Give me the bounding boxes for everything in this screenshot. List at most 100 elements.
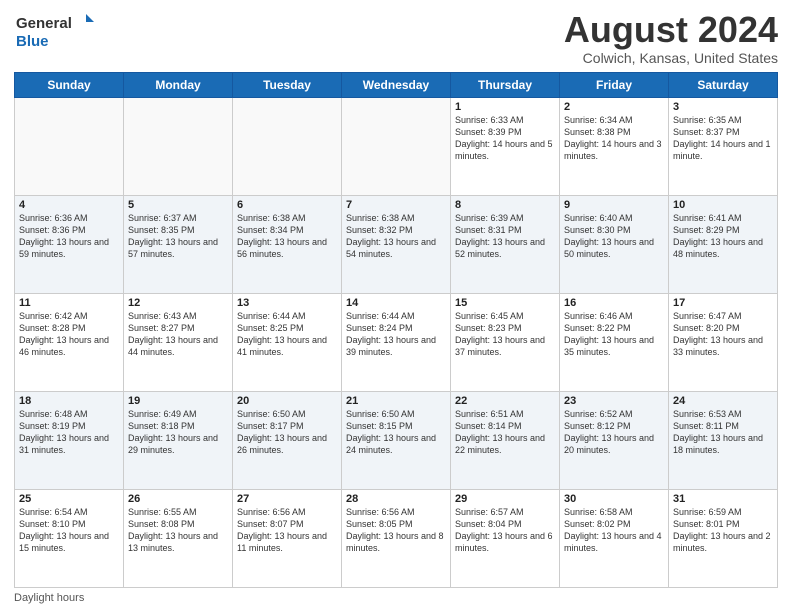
day-info: Sunrise: 6:49 AMSunset: 8:18 PMDaylight:… (128, 408, 228, 457)
calendar-cell: 7 Sunrise: 6:38 AMSunset: 8:32 PMDayligh… (342, 195, 451, 293)
day-info: Sunrise: 6:45 AMSunset: 8:23 PMDaylight:… (455, 310, 555, 359)
day-info: Sunrise: 6:40 AMSunset: 8:30 PMDaylight:… (564, 212, 664, 261)
day-info: Sunrise: 6:57 AMSunset: 8:04 PMDaylight:… (455, 506, 555, 555)
day-info: Sunrise: 6:56 AMSunset: 8:07 PMDaylight:… (237, 506, 337, 555)
calendar-cell: 14 Sunrise: 6:44 AMSunset: 8:24 PMDaylig… (342, 293, 451, 391)
day-number: 10 (673, 199, 773, 211)
month-title: August 2024 (564, 10, 778, 50)
day-number: 27 (237, 493, 337, 505)
calendar-week-2: 11 Sunrise: 6:42 AMSunset: 8:28 PMDaylig… (15, 293, 778, 391)
day-info: Sunrise: 6:39 AMSunset: 8:31 PMDaylight:… (455, 212, 555, 261)
calendar-cell: 6 Sunrise: 6:38 AMSunset: 8:34 PMDayligh… (233, 195, 342, 293)
logo-svg: General Blue (14, 10, 94, 52)
day-info: Sunrise: 6:35 AMSunset: 8:37 PMDaylight:… (673, 114, 773, 163)
calendar-cell: 30 Sunrise: 6:58 AMSunset: 8:02 PMDaylig… (560, 489, 669, 587)
calendar-cell: 25 Sunrise: 6:54 AMSunset: 8:10 PMDaylig… (15, 489, 124, 587)
col-thursday: Thursday (451, 72, 560, 97)
calendar-cell: 2 Sunrise: 6:34 AMSunset: 8:38 PMDayligh… (560, 97, 669, 195)
day-number: 19 (128, 395, 228, 407)
day-number: 18 (19, 395, 119, 407)
day-info: Sunrise: 6:48 AMSunset: 8:19 PMDaylight:… (19, 408, 119, 457)
calendar-cell (233, 97, 342, 195)
page: General Blue August 2024 Colwich, Kansas… (0, 0, 792, 612)
day-number: 9 (564, 199, 664, 211)
calendar-cell: 24 Sunrise: 6:53 AMSunset: 8:11 PMDaylig… (669, 391, 778, 489)
svg-text:Blue: Blue (16, 33, 49, 50)
col-tuesday: Tuesday (233, 72, 342, 97)
calendar: Sunday Monday Tuesday Wednesday Thursday… (14, 72, 778, 588)
day-info: Sunrise: 6:44 AMSunset: 8:25 PMDaylight:… (237, 310, 337, 359)
calendar-cell: 15 Sunrise: 6:45 AMSunset: 8:23 PMDaylig… (451, 293, 560, 391)
calendar-cell: 28 Sunrise: 6:56 AMSunset: 8:05 PMDaylig… (342, 489, 451, 587)
footer-note: Daylight hours (14, 592, 778, 604)
day-info: Sunrise: 6:50 AMSunset: 8:17 PMDaylight:… (237, 408, 337, 457)
day-info: Sunrise: 6:46 AMSunset: 8:22 PMDaylight:… (564, 310, 664, 359)
calendar-cell (342, 97, 451, 195)
calendar-cell: 5 Sunrise: 6:37 AMSunset: 8:35 PMDayligh… (124, 195, 233, 293)
calendar-cell: 3 Sunrise: 6:35 AMSunset: 8:37 PMDayligh… (669, 97, 778, 195)
header-row: Sunday Monday Tuesday Wednesday Thursday… (15, 72, 778, 97)
calendar-cell: 21 Sunrise: 6:50 AMSunset: 8:15 PMDaylig… (342, 391, 451, 489)
day-info: Sunrise: 6:53 AMSunset: 8:11 PMDaylight:… (673, 408, 773, 457)
day-number: 26 (128, 493, 228, 505)
day-number: 21 (346, 395, 446, 407)
col-wednesday: Wednesday (342, 72, 451, 97)
calendar-cell: 17 Sunrise: 6:47 AMSunset: 8:20 PMDaylig… (669, 293, 778, 391)
calendar-cell (124, 97, 233, 195)
day-number: 22 (455, 395, 555, 407)
day-number: 13 (237, 297, 337, 309)
day-info: Sunrise: 6:54 AMSunset: 8:10 PMDaylight:… (19, 506, 119, 555)
day-number: 4 (19, 199, 119, 211)
day-info: Sunrise: 6:55 AMSunset: 8:08 PMDaylight:… (128, 506, 228, 555)
day-info: Sunrise: 6:38 AMSunset: 8:34 PMDaylight:… (237, 212, 337, 261)
day-number: 5 (128, 199, 228, 211)
calendar-cell: 11 Sunrise: 6:42 AMSunset: 8:28 PMDaylig… (15, 293, 124, 391)
col-friday: Friday (560, 72, 669, 97)
day-info: Sunrise: 6:47 AMSunset: 8:20 PMDaylight:… (673, 310, 773, 359)
calendar-cell: 27 Sunrise: 6:56 AMSunset: 8:07 PMDaylig… (233, 489, 342, 587)
location: Colwich, Kansas, United States (564, 50, 778, 66)
calendar-cell: 26 Sunrise: 6:55 AMSunset: 8:08 PMDaylig… (124, 489, 233, 587)
calendar-week-4: 25 Sunrise: 6:54 AMSunset: 8:10 PMDaylig… (15, 489, 778, 587)
col-sunday: Sunday (15, 72, 124, 97)
day-number: 1 (455, 101, 555, 113)
title-block: August 2024 Colwich, Kansas, United Stat… (564, 10, 778, 66)
day-number: 25 (19, 493, 119, 505)
day-number: 31 (673, 493, 773, 505)
day-info: Sunrise: 6:33 AMSunset: 8:39 PMDaylight:… (455, 114, 555, 163)
day-number: 20 (237, 395, 337, 407)
calendar-week-0: 1 Sunrise: 6:33 AMSunset: 8:39 PMDayligh… (15, 97, 778, 195)
calendar-week-1: 4 Sunrise: 6:36 AMSunset: 8:36 PMDayligh… (15, 195, 778, 293)
calendar-cell: 19 Sunrise: 6:49 AMSunset: 8:18 PMDaylig… (124, 391, 233, 489)
day-info: Sunrise: 6:56 AMSunset: 8:05 PMDaylight:… (346, 506, 446, 555)
col-saturday: Saturday (669, 72, 778, 97)
calendar-cell: 12 Sunrise: 6:43 AMSunset: 8:27 PMDaylig… (124, 293, 233, 391)
calendar-cell: 8 Sunrise: 6:39 AMSunset: 8:31 PMDayligh… (451, 195, 560, 293)
day-info: Sunrise: 6:43 AMSunset: 8:27 PMDaylight:… (128, 310, 228, 359)
day-info: Sunrise: 6:38 AMSunset: 8:32 PMDaylight:… (346, 212, 446, 261)
col-monday: Monday (124, 72, 233, 97)
calendar-cell: 23 Sunrise: 6:52 AMSunset: 8:12 PMDaylig… (560, 391, 669, 489)
day-info: Sunrise: 6:37 AMSunset: 8:35 PMDaylight:… (128, 212, 228, 261)
calendar-cell: 29 Sunrise: 6:57 AMSunset: 8:04 PMDaylig… (451, 489, 560, 587)
logo: General Blue (14, 10, 94, 52)
day-number: 16 (564, 297, 664, 309)
day-info: Sunrise: 6:41 AMSunset: 8:29 PMDaylight:… (673, 212, 773, 261)
day-info: Sunrise: 6:44 AMSunset: 8:24 PMDaylight:… (346, 310, 446, 359)
day-number: 28 (346, 493, 446, 505)
calendar-cell: 10 Sunrise: 6:41 AMSunset: 8:29 PMDaylig… (669, 195, 778, 293)
calendar-cell: 16 Sunrise: 6:46 AMSunset: 8:22 PMDaylig… (560, 293, 669, 391)
calendar-cell: 13 Sunrise: 6:44 AMSunset: 8:25 PMDaylig… (233, 293, 342, 391)
day-info: Sunrise: 6:51 AMSunset: 8:14 PMDaylight:… (455, 408, 555, 457)
calendar-cell: 20 Sunrise: 6:50 AMSunset: 8:17 PMDaylig… (233, 391, 342, 489)
day-number: 2 (564, 101, 664, 113)
calendar-cell: 31 Sunrise: 6:59 AMSunset: 8:01 PMDaylig… (669, 489, 778, 587)
day-number: 15 (455, 297, 555, 309)
svg-text:General: General (16, 15, 72, 32)
calendar-cell: 4 Sunrise: 6:36 AMSunset: 8:36 PMDayligh… (15, 195, 124, 293)
day-info: Sunrise: 6:58 AMSunset: 8:02 PMDaylight:… (564, 506, 664, 555)
day-number: 12 (128, 297, 228, 309)
day-number: 3 (673, 101, 773, 113)
day-info: Sunrise: 6:59 AMSunset: 8:01 PMDaylight:… (673, 506, 773, 555)
day-number: 24 (673, 395, 773, 407)
